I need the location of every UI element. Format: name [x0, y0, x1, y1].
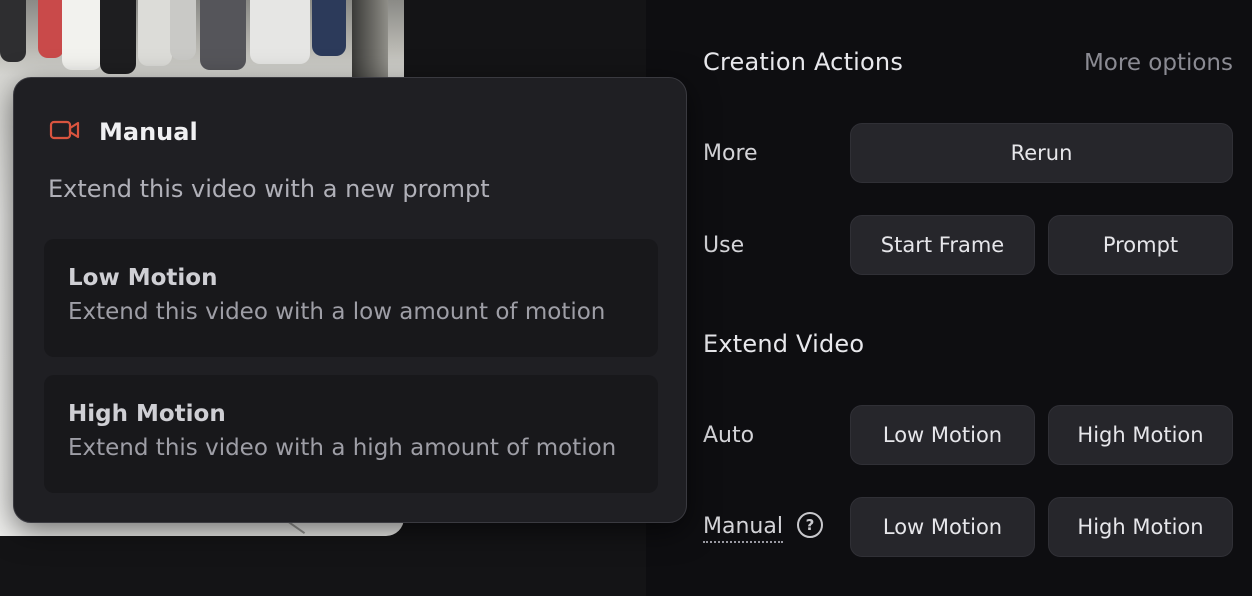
video-pillar: [352, 0, 388, 80]
high-motion-option[interactable]: High Motion Extend this video with a hig…: [44, 375, 658, 493]
popup-header: Manual: [49, 118, 198, 146]
option-description: Extend this video with a high amount of …: [68, 435, 617, 461]
crowd-figure: [0, 0, 26, 62]
use-row-label: Use: [703, 233, 745, 258]
option-title: High Motion: [68, 401, 226, 427]
auto-row-label: Auto: [703, 423, 755, 448]
crowd-figure: [170, 0, 196, 60]
crowd-figure: [200, 0, 246, 70]
use-prompt-button[interactable]: Prompt: [1048, 215, 1233, 275]
more-row-label: More: [703, 141, 758, 166]
manual-low-motion-button[interactable]: Low Motion: [850, 497, 1035, 557]
use-start-frame-button[interactable]: Start Frame: [850, 215, 1035, 275]
manual-high-motion-button[interactable]: High Motion: [1048, 497, 1233, 557]
extend-video-title: Extend Video: [703, 330, 865, 358]
manual-extend-popup: Manual Extend this video with a new prom…: [13, 77, 687, 523]
creation-actions-title: Creation Actions: [703, 48, 904, 76]
low-motion-option[interactable]: Low Motion Extend this video with a low …: [44, 239, 658, 357]
auto-low-motion-button[interactable]: Low Motion: [850, 405, 1035, 465]
popup-description: Extend this video with a new prompt: [48, 175, 490, 203]
auto-high-motion-button[interactable]: High Motion: [1048, 405, 1233, 465]
crowd-figure: [62, 0, 102, 70]
help-icon[interactable]: ?: [797, 512, 823, 538]
crowd-figure: [250, 0, 310, 64]
crowd-figure: [100, 0, 136, 74]
crowd-figure: [312, 0, 346, 56]
app-root: Creation Actions More options More Rerun…: [0, 0, 1252, 596]
manual-row-label[interactable]: Manual: [703, 514, 783, 543]
option-title: Low Motion: [68, 265, 218, 291]
video-camera-icon: [49, 119, 81, 145]
option-description: Extend this video with a low amount of m…: [68, 299, 606, 325]
rerun-button[interactable]: Rerun: [850, 123, 1233, 183]
creation-actions-panel: Creation Actions More options More Rerun…: [646, 0, 1252, 596]
crowd-figure: [138, 0, 172, 66]
manual-label-text[interactable]: Manual: [703, 514, 783, 543]
crowd-figure: [38, 0, 64, 58]
more-options-link[interactable]: More options: [1084, 50, 1233, 76]
popup-title: Manual: [99, 118, 198, 146]
